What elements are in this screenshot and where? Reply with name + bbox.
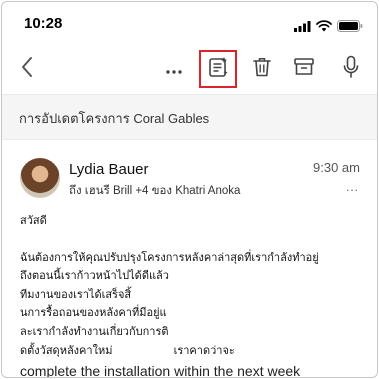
sender-name[interactable]: Lydia Bauer [69, 161, 149, 178]
message-body: สวัสดี ฉันต้องการให้คุณปรับปรุงโครงการหล… [20, 212, 365, 360]
trash-icon [252, 56, 272, 82]
battery-icon [337, 17, 363, 36]
signal-icon [294, 17, 311, 36]
back-button[interactable] [12, 54, 42, 84]
wifi-icon [316, 17, 332, 36]
recipients-line[interactable]: ถึง เฮนรี Brill +4 ของ Khatri Anoka [69, 182, 240, 200]
body-line: ถึงตอนนี้เราก้าวหน้าไปได้ดีแล้ว [20, 270, 169, 283]
body-line: นการรื้อถอนของหลังคาที่มีอยู่แ [20, 307, 167, 320]
greeting: สวัสดี [20, 215, 47, 227]
status-bar: 10:28 [2, 2, 377, 46]
email-toolbar [2, 46, 377, 94]
summarize-highlight-box [199, 50, 237, 88]
message-header[interactable]: Lydia Bauer ถึง เฮนรี Brill +4 ของ Khatr… [2, 150, 377, 200]
chevron-left-icon [20, 56, 34, 82]
body-line: ฉันต้องการให้คุณปรับปรุงโครงการหลังคาล่า… [20, 251, 319, 264]
body-line: ทีมงานของเราได้เสร็จสิ้ [20, 288, 132, 301]
message-time: 9:30 am [313, 160, 360, 175]
subject-bar: การอัปเดตโครงการ Coral Gables [2, 94, 377, 140]
delete-button[interactable] [247, 54, 277, 84]
status-icons [294, 17, 363, 36]
archive-button[interactable] [289, 54, 319, 84]
microphone-icon [343, 55, 359, 83]
more-options-button[interactable] [159, 54, 189, 84]
translated-body-line: complete the installation within the nex… [20, 363, 301, 378]
email-subject: การอัปเดตโครงการ Coral Gables [19, 111, 210, 126]
body-line: ละเรากำลังทำงานเกี่ยวกับการติ [20, 325, 169, 338]
dictate-button[interactable] [336, 54, 366, 84]
phone-screen: 10:28 การอัปเดตโครงการ Coral Gables Lydi… [1, 1, 378, 378]
archive-icon [293, 57, 315, 81]
message-more-button[interactable]: ... [346, 180, 359, 194]
body-line: ดตั้งวัสดุหลังคาใหม่ เราคาดว่าจะ [20, 344, 235, 357]
status-time: 10:28 [24, 15, 63, 32]
avatar[interactable] [20, 158, 60, 198]
more-horizontal-icon [165, 60, 183, 79]
